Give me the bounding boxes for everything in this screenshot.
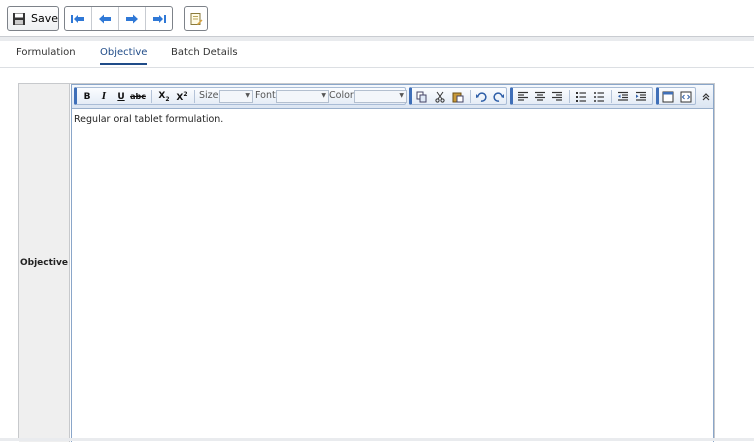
arrow-right-icon: [126, 14, 138, 23]
underline-button[interactable]: U: [113, 89, 129, 104]
top-toolbar: Save: [0, 0, 754, 37]
align-center-icon: [535, 91, 545, 101]
outdent-icon: [618, 91, 628, 101]
source-view-button[interactable]: [678, 89, 694, 104]
underline-icon: U: [117, 91, 125, 102]
next-record-button[interactable]: [119, 7, 146, 30]
font-label: Font: [255, 90, 276, 101]
toolbar-separator: [611, 90, 612, 103]
view-group: [656, 87, 696, 105]
notes-button[interactable]: [184, 6, 208, 31]
previous-record-button[interactable]: [92, 7, 119, 30]
align-left-button[interactable]: [515, 89, 531, 104]
last-record-button[interactable]: [146, 7, 172, 30]
first-record-icon: [71, 14, 84, 23]
maximize-button[interactable]: [660, 89, 676, 104]
tab-batch-details[interactable]: Batch Details: [171, 47, 238, 58]
copy-icon: [416, 91, 427, 102]
cut-button[interactable]: [432, 89, 448, 104]
clipboard-group: [409, 87, 507, 105]
unordered-list-button[interactable]: [591, 89, 607, 104]
align-right-button[interactable]: [549, 89, 565, 104]
editor-toolbar: B I U abc X2 X2 Size ▼ Font ▼ Color ▼: [72, 85, 713, 109]
color-select[interactable]: ▼: [354, 90, 407, 103]
arrow-left-icon: [99, 14, 111, 23]
save-button[interactable]: Save: [7, 6, 59, 31]
paste-icon: [452, 92, 464, 102]
ordered-list-icon: [576, 92, 586, 102]
save-icon: [12, 12, 25, 25]
superscript-button[interactable]: X2: [174, 89, 190, 104]
chevron-down-icon: ▼: [399, 92, 404, 99]
ordered-list-button[interactable]: [573, 89, 589, 104]
subscript-button[interactable]: X2: [156, 89, 172, 104]
chevron-down-icon: ▼: [321, 92, 326, 99]
size-label: Size: [199, 90, 219, 101]
superscript-icon: X2: [176, 90, 188, 103]
save-button-label: Save: [30, 12, 58, 25]
window-icon: [662, 91, 674, 102]
indent-button[interactable]: [633, 89, 649, 104]
font-select[interactable]: ▼: [276, 90, 329, 103]
paragraph-group: [510, 87, 653, 105]
html-source-icon: [680, 91, 692, 102]
subscript-icon: X2: [158, 90, 170, 103]
undo-button[interactable]: [473, 89, 489, 104]
size-select[interactable]: ▼: [219, 90, 253, 103]
chevron-down-icon: ▼: [245, 92, 250, 99]
outdent-button[interactable]: [615, 89, 631, 104]
note-pencil-icon: [190, 12, 203, 25]
bold-button[interactable]: B: [79, 89, 95, 104]
bold-icon: B: [83, 91, 91, 102]
italic-button[interactable]: I: [96, 89, 112, 104]
tab-objective[interactable]: Objective: [100, 47, 148, 65]
redo-icon: [493, 91, 504, 102]
align-right-icon: [552, 91, 562, 101]
record-navigation: [64, 6, 173, 31]
indent-icon: [636, 91, 646, 101]
toolbar-separator: [194, 90, 195, 103]
last-record-icon: [153, 14, 166, 23]
align-center-button[interactable]: [532, 89, 548, 104]
editor-content[interactable]: Regular oral tablet formulation.: [74, 114, 223, 125]
undo-icon: [476, 91, 487, 102]
objective-field-label: Objective: [19, 84, 70, 442]
italic-icon: I: [101, 91, 107, 102]
collapse-toolbar-button[interactable]: [698, 89, 714, 104]
format-group: B I U abc X2 X2 Size ▼ Font ▼ Color ▼: [74, 87, 407, 105]
objective-form-panel: Objective B I U abc X2 X2 Size ▼ Font ▼ …: [18, 83, 715, 442]
toolbar-separator: [470, 90, 471, 103]
strikethrough-button[interactable]: abc: [130, 89, 146, 104]
copy-button[interactable]: [414, 89, 430, 104]
color-label: Color: [329, 90, 354, 101]
unordered-list-icon: [594, 92, 604, 102]
tab-bar: Formulation Objective Batch Details: [0, 41, 754, 68]
first-record-button[interactable]: [65, 7, 92, 30]
paste-button[interactable]: [450, 89, 466, 104]
tab-formulation[interactable]: Formulation: [16, 47, 76, 58]
toolbar-separator: [151, 90, 152, 103]
chevron-double-up-icon: [702, 92, 710, 100]
redo-button[interactable]: [491, 89, 507, 104]
align-left-icon: [518, 91, 528, 101]
strikethrough-icon: abc: [130, 92, 146, 101]
scissors-icon: [435, 91, 445, 103]
toolbar-separator: [569, 90, 570, 103]
rich-text-editor: B I U abc X2 X2 Size ▼ Font ▼ Color ▼ Re…: [71, 84, 714, 442]
